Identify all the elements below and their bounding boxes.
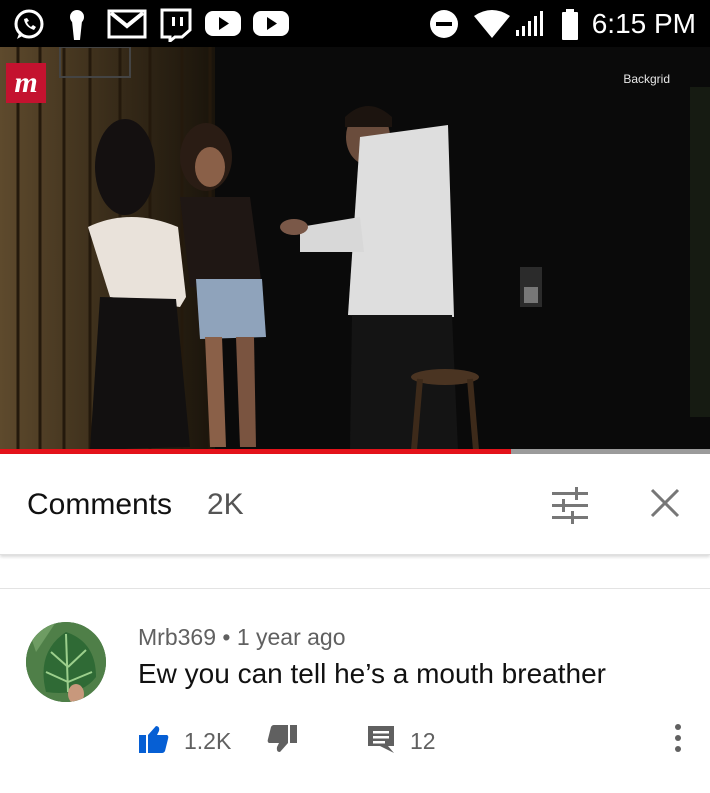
comment-text: Ew you can tell he’s a mouth breather — [138, 658, 606, 689]
youtube-icon — [252, 8, 290, 43]
photo-credit: Backgrid — [623, 72, 670, 86]
like-button[interactable]: 1.2K — [138, 724, 231, 759]
avatar[interactable] — [26, 622, 106, 702]
wifi-icon — [472, 8, 512, 45]
dislike-button[interactable] — [266, 724, 298, 759]
close-icon[interactable] — [648, 486, 682, 525]
signal-icon — [514, 8, 544, 45]
comment-actions: 1.2K 12 — [138, 724, 698, 760]
whatsapp-icon — [12, 8, 46, 47]
twitch-icon — [158, 8, 192, 47]
meta-separator: • — [215, 624, 237, 650]
reply-button[interactable]: 12 — [366, 724, 436, 759]
comment-meta: Mrb369 • 1 year ago — [138, 624, 346, 651]
thumbs-up-icon — [138, 724, 170, 759]
keyhole-icon — [66, 8, 88, 47]
divider — [0, 588, 710, 589]
gmail-icon — [107, 8, 147, 45]
daily-mail-logo: m — [6, 63, 46, 103]
like-count: 1.2K — [184, 728, 232, 754]
do-not-disturb-icon — [428, 8, 460, 45]
sort-filter-icon[interactable] — [549, 486, 591, 529]
youtube-icon — [204, 8, 242, 43]
comments-header: Comments 2K — [0, 454, 710, 555]
battery-icon — [560, 8, 580, 47]
video-frame — [0, 47, 710, 450]
comment-item: Mrb369 • 1 year ago Ew you can tell he’s… — [0, 600, 710, 793]
more-options-icon[interactable] — [672, 722, 684, 759]
comments-title: Comments — [27, 488, 173, 521]
comment-reply-icon — [366, 724, 396, 759]
reply-count: 12 — [410, 728, 436, 754]
comment-author[interactable]: Mrb369 — [138, 624, 216, 650]
status-time: 6:15 PM — [591, 8, 696, 39]
status-bar: 6:15 PM — [0, 0, 710, 47]
video-player[interactable]: m Backgrid — [0, 47, 710, 450]
comments-count: 2K — [207, 488, 244, 521]
comment-time: 1 year ago — [236, 624, 346, 650]
thumbs-down-icon — [266, 724, 298, 759]
